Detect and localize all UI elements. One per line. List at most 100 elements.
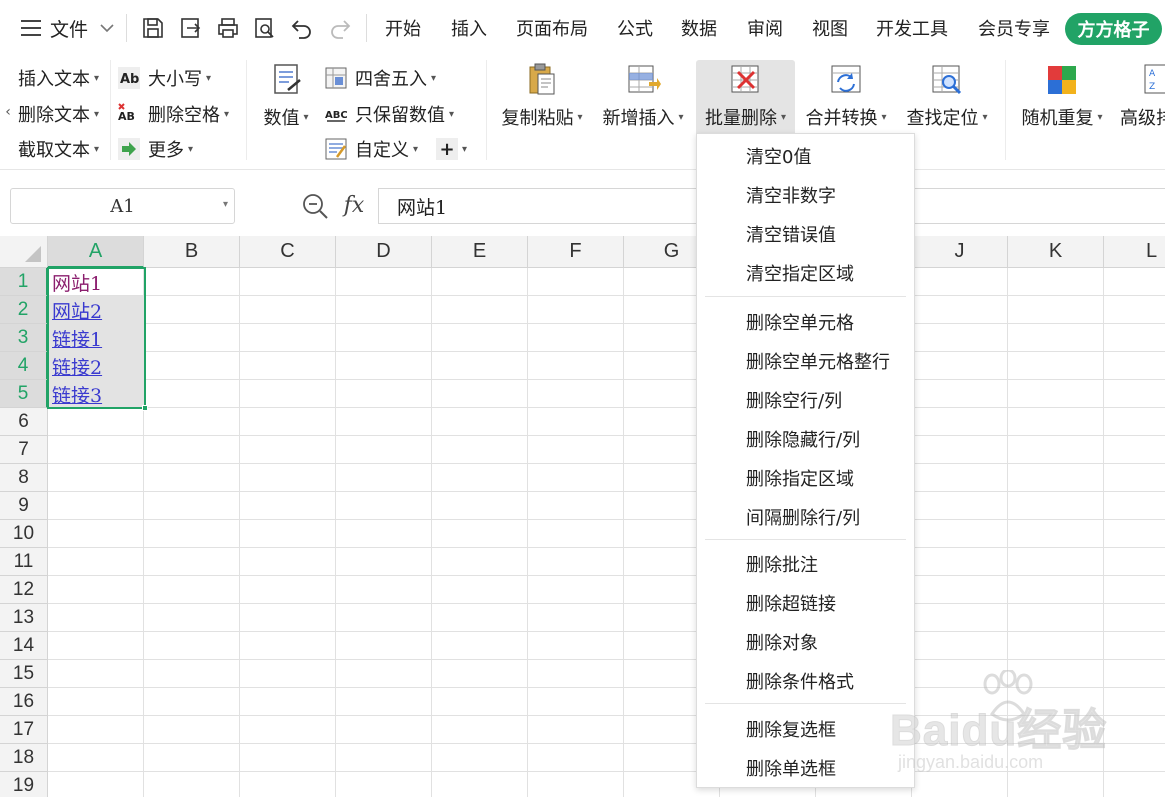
menu-item-delete-empty-rows-cols[interactable]: 删除空行/列 bbox=[697, 382, 914, 418]
undo-icon[interactable] bbox=[288, 14, 316, 42]
name-box[interactable]: A1 ▾ bbox=[10, 188, 235, 224]
menu-item-clear-range[interactable]: 清空指定区域 bbox=[697, 255, 914, 291]
new-insert-button[interactable]: 新增插入 ▾ bbox=[596, 60, 690, 140]
print-icon[interactable] bbox=[214, 14, 242, 42]
file-menu[interactable]: 文件 bbox=[50, 14, 88, 42]
column-header-j[interactable]: J bbox=[912, 236, 1008, 268]
zoom-out-icon[interactable] bbox=[301, 192, 329, 220]
advanced-sort-button[interactable]: AZ 高级排 bbox=[1117, 60, 1165, 140]
column-header-a[interactable]: A bbox=[48, 236, 144, 268]
row-header-10[interactable]: 10 bbox=[0, 520, 48, 548]
tab-data[interactable]: 数据 bbox=[681, 14, 717, 42]
menu-item-delete-range[interactable]: 删除指定区域 bbox=[697, 460, 914, 496]
grid-row-line bbox=[48, 295, 1165, 296]
cell-a2[interactable]: 网站2 bbox=[48, 296, 144, 324]
tab-developer[interactable]: 开发工具 bbox=[876, 14, 948, 42]
column-header-f[interactable]: F bbox=[528, 236, 624, 268]
menu-item-delete-checkboxes[interactable]: 删除复选框 bbox=[697, 711, 914, 747]
batch-delete-button[interactable]: 批量删除 ▾ bbox=[696, 60, 795, 138]
column-header-k[interactable]: K bbox=[1008, 236, 1104, 268]
redo-icon[interactable] bbox=[326, 14, 354, 42]
random-repeat-button[interactable]: 随机重复 ▾ bbox=[1015, 60, 1109, 140]
insert-text-button[interactable]: 插入文本 ▾ bbox=[18, 63, 99, 93]
hyperlink[interactable]: 链接2 bbox=[52, 353, 102, 380]
save-icon[interactable] bbox=[139, 14, 167, 42]
tab-page-layout[interactable]: 页面布局 bbox=[516, 14, 588, 42]
menu-item-clear-zero[interactable]: 清空0值 bbox=[697, 138, 914, 174]
fill-handle[interactable] bbox=[142, 405, 148, 411]
find-locate-button[interactable]: 查找定位 ▾ bbox=[900, 60, 994, 140]
menu-item-delete-radio-buttons[interactable]: 删除单选框 bbox=[697, 750, 914, 786]
column-header-c[interactable]: C bbox=[240, 236, 336, 268]
tab-fangfang-badge[interactable]: 方方格子 bbox=[1065, 13, 1162, 45]
row-header-18[interactable]: 18 bbox=[0, 744, 48, 772]
custom-button[interactable]: 自定义 ▾ bbox=[325, 134, 418, 164]
row-header-3[interactable]: 3 bbox=[0, 324, 48, 352]
copy-paste-button[interactable]: 复制粘贴 ▾ bbox=[495, 60, 589, 140]
hyperlink[interactable]: 链接3 bbox=[52, 381, 102, 408]
row-header-7[interactable]: 7 bbox=[0, 436, 48, 464]
hyperlink[interactable]: 网站2 bbox=[52, 297, 102, 324]
row-header-8[interactable]: 8 bbox=[0, 464, 48, 492]
column-header-d[interactable]: D bbox=[336, 236, 432, 268]
add-button[interactable]: + ▾ bbox=[436, 134, 472, 164]
spreadsheet-grid[interactable]: A B C D E F G H I J K L 1 2 3 4 5 6 7 8 … bbox=[0, 236, 1165, 797]
row-header-16[interactable]: 16 bbox=[0, 688, 48, 716]
more-button[interactable]: 更多 ▾ bbox=[118, 134, 193, 164]
menu-item-delete-hidden-rows-cols[interactable]: 删除隐藏行/列 bbox=[697, 421, 914, 457]
chevron-down-icon[interactable] bbox=[98, 16, 116, 40]
hamburger-menu-icon[interactable] bbox=[20, 16, 42, 40]
number-button[interactable]: 数值 ▾ bbox=[256, 60, 316, 140]
menu-item-interval-delete[interactable]: 间隔删除行/列 bbox=[697, 499, 914, 535]
row-header-17[interactable]: 17 bbox=[0, 716, 48, 744]
tab-review[interactable]: 审阅 bbox=[747, 14, 783, 42]
tab-member[interactable]: 会员专享 bbox=[978, 14, 1050, 42]
extract-text-button[interactable]: 截取文本 ▾ bbox=[18, 134, 99, 164]
round-button[interactable]: 四舍五入 ▾ bbox=[325, 63, 436, 93]
ribbon-scroll-left-icon[interactable]: ‹ bbox=[0, 100, 16, 124]
delete-space-button[interactable]: AB 删除空格 ▾ bbox=[118, 99, 229, 129]
hyperlink[interactable]: 链接1 bbox=[52, 325, 102, 352]
cell-a5[interactable]: 链接3 bbox=[48, 380, 144, 408]
row-header-4[interactable]: 4 bbox=[0, 352, 48, 380]
keep-number-button[interactable]: ABC 只保留数值 ▾ bbox=[325, 99, 454, 129]
menu-item-delete-empty-cell-rows[interactable]: 删除空单元格整行 bbox=[697, 343, 914, 379]
caret-down-icon[interactable]: ▾ bbox=[223, 199, 228, 210]
print-preview-icon[interactable] bbox=[251, 14, 279, 42]
menu-item-delete-empty-cells[interactable]: 删除空单元格 bbox=[697, 304, 914, 340]
row-header-14[interactable]: 14 bbox=[0, 632, 48, 660]
row-header-1[interactable]: 1 bbox=[0, 268, 48, 296]
select-all-corner[interactable] bbox=[0, 236, 48, 268]
column-header-b[interactable]: B bbox=[144, 236, 240, 268]
menu-item-clear-non-numeric[interactable]: 清空非数字 bbox=[697, 177, 914, 213]
cell-a1[interactable]: 网站1 bbox=[48, 268, 144, 296]
row-header-2[interactable]: 2 bbox=[0, 296, 48, 324]
cell-a4[interactable]: 链接2 bbox=[48, 352, 144, 380]
row-header-11[interactable]: 11 bbox=[0, 548, 48, 576]
column-header-e[interactable]: E bbox=[432, 236, 528, 268]
caret-down-icon: ▾ bbox=[982, 111, 988, 123]
row-header-13[interactable]: 13 bbox=[0, 604, 48, 632]
column-header-l[interactable]: L bbox=[1104, 236, 1165, 268]
row-header-5[interactable]: 5 bbox=[0, 380, 48, 408]
menu-item-delete-objects[interactable]: 删除对象 bbox=[697, 624, 914, 660]
merge-convert-button[interactable]: 合并转换 ▾ bbox=[799, 60, 893, 140]
row-header-19[interactable]: 19 bbox=[0, 772, 48, 797]
tab-home[interactable]: 开始 bbox=[385, 14, 421, 42]
tab-view[interactable]: 视图 bbox=[812, 14, 848, 42]
fx-icon[interactable]: fx bbox=[340, 190, 368, 220]
menu-item-delete-conditional-format[interactable]: 删除条件格式 bbox=[697, 663, 914, 699]
delete-text-button[interactable]: 删除文本 ▾ bbox=[18, 99, 99, 129]
tab-insert[interactable]: 插入 bbox=[451, 14, 487, 42]
menu-item-clear-errors[interactable]: 清空错误值 bbox=[697, 216, 914, 252]
cell-a3[interactable]: 链接1 bbox=[48, 324, 144, 352]
tab-formulas[interactable]: 公式 bbox=[617, 14, 653, 42]
menu-item-delete-comments[interactable]: 删除批注 bbox=[697, 546, 914, 582]
row-header-12[interactable]: 12 bbox=[0, 576, 48, 604]
row-header-6[interactable]: 6 bbox=[0, 408, 48, 436]
export-icon[interactable] bbox=[177, 14, 205, 42]
case-button[interactable]: Ab 大小写 ▾ bbox=[118, 63, 211, 93]
menu-item-delete-hyperlinks[interactable]: 删除超链接 bbox=[697, 585, 914, 621]
row-header-9[interactable]: 9 bbox=[0, 492, 48, 520]
row-header-15[interactable]: 15 bbox=[0, 660, 48, 688]
